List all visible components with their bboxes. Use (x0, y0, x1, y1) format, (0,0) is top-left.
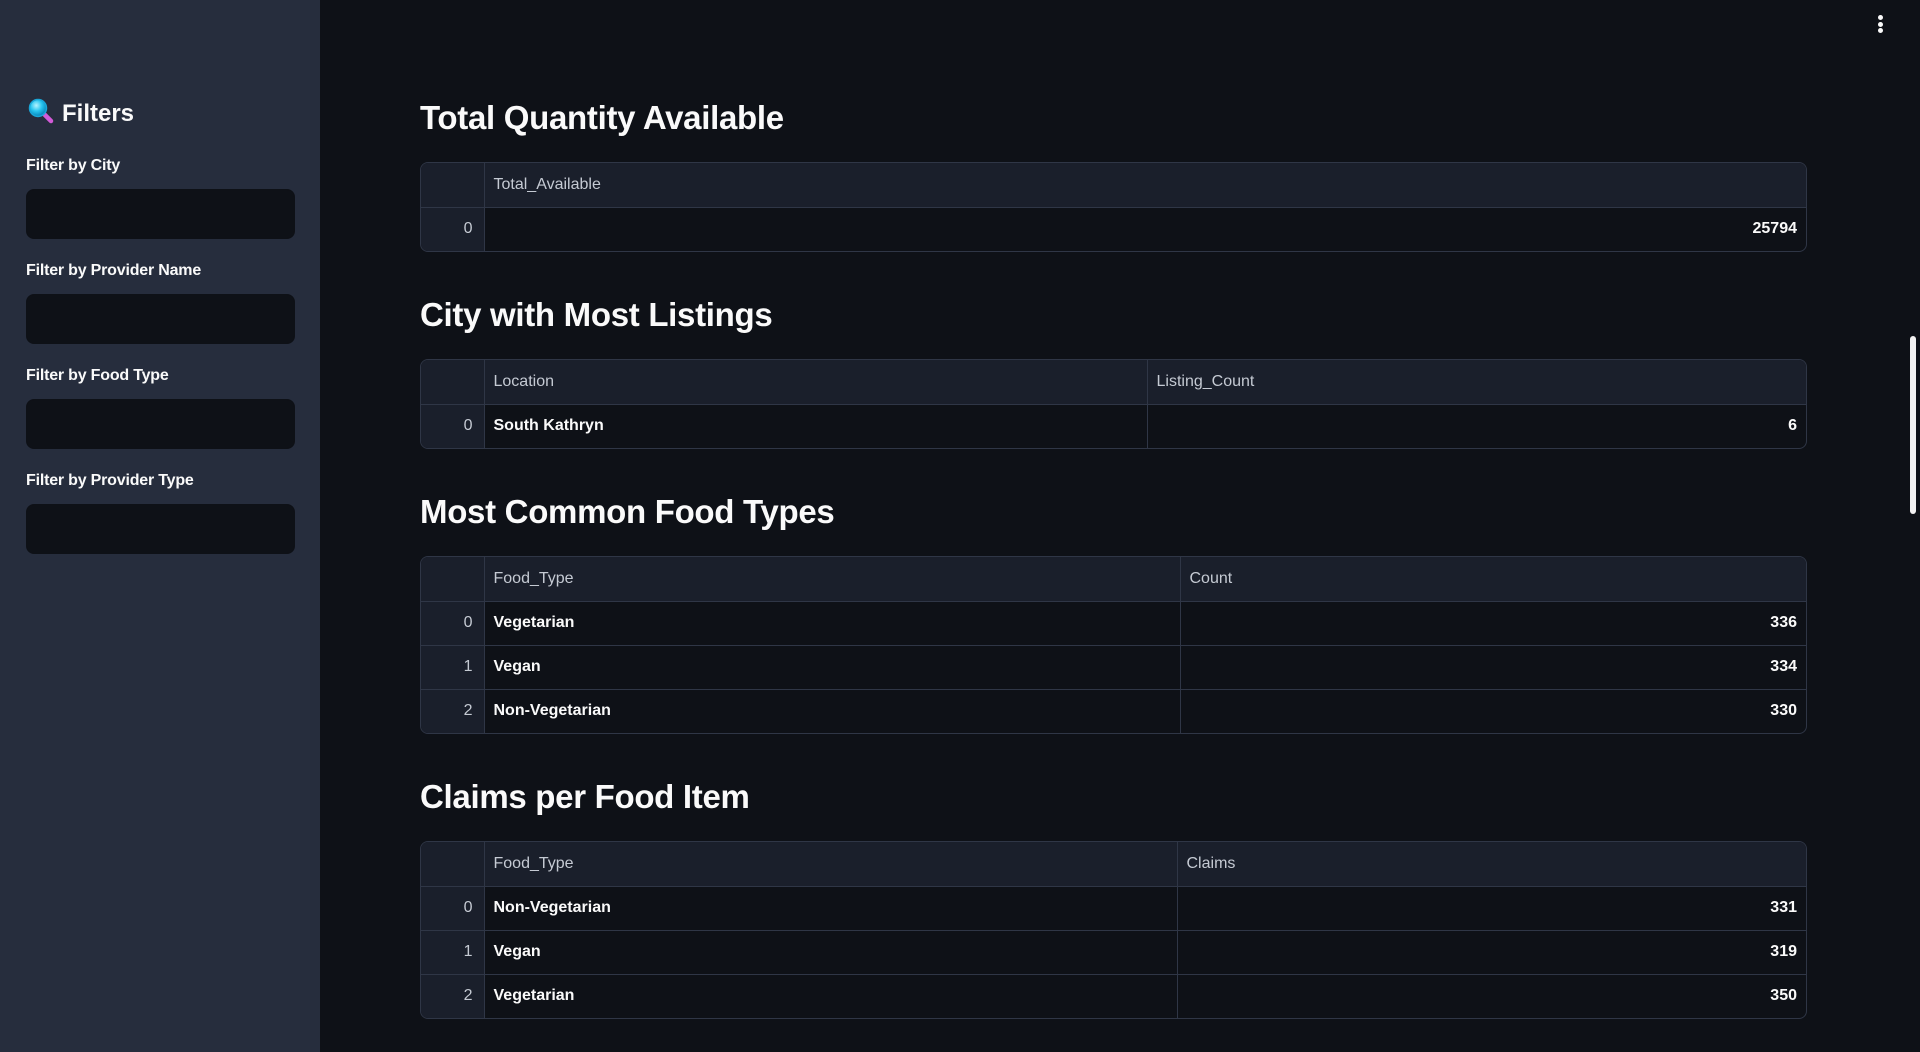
table-cell[interactable]: 6 (1147, 404, 1806, 448)
section-title-city-most-listings: City with Most Listings (420, 296, 773, 333)
table-row: 0 25794 (421, 207, 1806, 251)
kebab-dot (1877, 28, 1883, 33)
row-index: 2 (421, 974, 485, 1018)
table-row: 0 Vegetarian 336 (421, 601, 1806, 646)
row-index: 1 (421, 645, 485, 690)
index-header (421, 163, 485, 208)
table-cell[interactable]: Non-Vegetarian (484, 689, 1181, 733)
index-header (421, 557, 485, 602)
filter-provider-type-group: Filter by Provider Type (26, 470, 295, 554)
row-index: 0 (421, 404, 485, 448)
table-cell[interactable]: 350 (1177, 974, 1806, 1018)
dataframe-common-food-types[interactable]: Food_Type Count 0 Vegetarian 336 1 Vegan… (420, 556, 1807, 734)
table-row: 2 Vegetarian 350 (421, 974, 1806, 1018)
filter-provider-type-label: Filter by Provider Type (26, 472, 194, 489)
row-index: 2 (421, 689, 485, 733)
index-header (421, 842, 485, 887)
row-index: 0 (421, 207, 485, 251)
table-row: 2 Non-Vegetarian 330 (421, 689, 1806, 733)
column-header[interactable]: Food_Type (484, 557, 1181, 602)
main-scrollbar[interactable] (1908, 0, 1918, 1052)
sidebar: Filters Filter by City Filter by Provide… (0, 0, 320, 1052)
table-row: 1 Vegan 334 (421, 645, 1806, 690)
sidebar-header: Filters (28, 98, 134, 129)
main-menu-button[interactable] (1874, 14, 1886, 34)
filter-city-group: Filter by City (26, 155, 295, 239)
index-header (421, 360, 485, 405)
filter-provider-name-input[interactable] (26, 294, 295, 344)
table-row: 1 Vegan 319 (421, 930, 1806, 975)
row-index: 0 (421, 886, 485, 931)
magnifying-glass-icon (28, 98, 54, 129)
filter-food-type-label: Filter by Food Type (26, 367, 169, 384)
section-title-common-food-types: Most Common Food Types (420, 493, 835, 530)
table-cell[interactable]: 334 (1180, 645, 1806, 690)
column-header[interactable]: Total_Available (484, 163, 1806, 208)
row-index: 0 (421, 601, 485, 646)
column-header[interactable]: Listing_Count (1147, 360, 1806, 405)
table-cell[interactable]: 25794 (484, 207, 1806, 251)
table-cell[interactable]: 319 (1177, 930, 1806, 975)
column-header[interactable]: Count (1180, 557, 1806, 602)
table-cell[interactable]: Vegan (484, 645, 1181, 690)
section-title-total-quantity: Total Quantity Available (420, 99, 784, 136)
table-cell[interactable]: 336 (1180, 601, 1806, 646)
scrollbar-thumb[interactable] (1910, 336, 1916, 514)
section-title-claims-per-food: Claims per Food Item (420, 778, 750, 815)
column-header[interactable]: Location (484, 360, 1148, 405)
table-row: 0 South Kathryn 6 (421, 404, 1806, 448)
dataframe-city-most-listings[interactable]: Location Listing_Count 0 South Kathryn 6 (420, 359, 1807, 449)
table-cell[interactable]: Vegetarian (484, 974, 1178, 1018)
kebab-dot (1877, 21, 1883, 27)
table-cell[interactable]: 330 (1180, 689, 1806, 733)
filter-city-input[interactable] (26, 189, 295, 239)
dataframe-claims-per-food[interactable]: Food_Type Claims 0 Non-Vegetarian 331 1 … (420, 841, 1807, 1019)
table-cell[interactable]: Non-Vegetarian (484, 886, 1178, 931)
table-cell[interactable]: South Kathryn (484, 404, 1148, 448)
filter-food-type-input[interactable] (26, 399, 295, 449)
filter-provider-name-label: Filter by Provider Name (26, 262, 202, 279)
app-root: Filters Filter by City Filter by Provide… (0, 0, 1920, 1052)
filter-city-label: Filter by City (26, 157, 121, 174)
column-header[interactable]: Food_Type (484, 842, 1178, 887)
dataframe-total-quantity[interactable]: Total_Available 0 25794 (420, 162, 1807, 252)
row-index: 1 (421, 930, 485, 975)
table-row: 0 Non-Vegetarian 331 (421, 886, 1806, 931)
table-cell[interactable]: 331 (1177, 886, 1806, 931)
table-cell[interactable]: Vegan (484, 930, 1178, 975)
filter-food-type-group: Filter by Food Type (26, 365, 295, 449)
kebab-menu-icon (1877, 15, 1883, 20)
column-header[interactable]: Claims (1177, 842, 1806, 887)
filter-provider-type-input[interactable] (26, 504, 295, 554)
filter-provider-name-group: Filter by Provider Name (26, 260, 295, 344)
sidebar-title: Filters (62, 99, 135, 127)
table-cell[interactable]: Vegetarian (484, 601, 1181, 646)
